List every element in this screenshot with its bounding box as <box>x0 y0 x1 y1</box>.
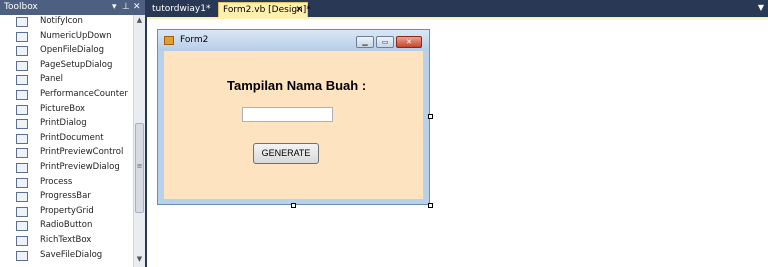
toolbox-item-label: PrintPreviewDialog <box>40 162 120 172</box>
control-icon <box>16 148 28 159</box>
control-icon <box>16 133 28 144</box>
tab-form2-design[interactable]: Form2.vb [Design]* ✕ <box>218 2 311 17</box>
form-label: Tampilan Nama Buah : <box>227 78 367 93</box>
toolbox-item-label: PictureBox <box>40 103 86 114</box>
toolbox-item[interactable]: PrintDocument <box>0 132 133 146</box>
document-tabstrip: tutordwiay1* Form2.vb [Design]* ✕ ▼ <box>146 0 768 17</box>
toolbox-item-label: PropertyGrid <box>40 205 94 216</box>
toolbox-item[interactable]: Panel <box>0 73 133 87</box>
toolbox-item[interactable]: PrintPreviewControl <box>0 146 133 160</box>
control-icon <box>16 104 28 115</box>
toolbox-item[interactable]: PageSetupDialog <box>0 59 133 73</box>
resize-handle-right[interactable] <box>428 114 433 119</box>
toolbox-item-label: ProgressBar <box>40 191 91 202</box>
toolbox-item[interactable]: Process <box>0 176 133 190</box>
control-icon <box>16 163 28 173</box>
form-titlebar: Form2 ▁ ▭ ✕ <box>158 30 429 51</box>
control-icon <box>16 206 28 217</box>
toolbox-item-label: PrintDocument <box>40 132 104 143</box>
close-icon[interactable]: ✕ <box>396 36 422 48</box>
tab-tutordwiay1[interactable]: tutordwiay1* <box>148 2 218 17</box>
form-client-area: Tampilan Nama Buah : GENERATE <box>164 51 423 199</box>
maximize-icon[interactable]: ▭ <box>376 36 394 48</box>
toolbox-item[interactable]: PrintDialog <box>0 117 133 131</box>
control-icon <box>16 119 28 130</box>
control-icon <box>16 75 28 86</box>
form-title: Form2 <box>180 35 209 45</box>
control-icon <box>16 192 28 203</box>
tab-label: tutordwiay1* <box>152 4 211 14</box>
toolbox-list: NotifyIcon NumericUpDown OpenFileDialog Pag… <box>0 15 133 267</box>
control-icon <box>16 236 28 246</box>
toolbox-item-label: Panel <box>40 74 63 85</box>
pin-icon[interactable]: ⊥ <box>122 0 130 15</box>
text-input[interactable] <box>242 107 333 122</box>
toolbox-item-label: Process <box>40 176 73 187</box>
toolbox-item-label: PrintPreviewControl <box>40 147 124 158</box>
toolbox-item[interactable]: ProgressBar <box>0 190 133 204</box>
control-icon <box>16 60 28 71</box>
control-icon <box>16 221 28 232</box>
toolbox-item[interactable]: RichTextBox <box>0 234 133 248</box>
scroll-thumb[interactable]: ≡ <box>135 123 144 213</box>
toolbox-item-label: OpenFileDialog <box>40 45 104 56</box>
toolbox-panel: Toolbox ▾ ⊥ ✕ NotifyIcon NumericUpDown Ope… <box>0 0 145 267</box>
dropdown-icon[interactable]: ▾ <box>112 0 117 15</box>
toolbox-item[interactable]: PictureBox <box>0 103 133 117</box>
scroll-up-icon[interactable]: ▲ <box>134 16 145 24</box>
toolbox-item[interactable]: PerformanceCounter <box>0 88 133 102</box>
generate-button[interactable]: GENERATE <box>253 143 319 164</box>
minimize-icon[interactable]: ▁ <box>356 36 374 48</box>
toolbox-title: Toolbox <box>4 2 38 12</box>
toolbox-header: Toolbox ▾ ⊥ ✕ <box>0 0 145 15</box>
toolbox-scrollbar[interactable]: ▲ ≡ ▼ <box>133 15 145 267</box>
toolbox-item[interactable]: OpenFileDialog <box>0 44 133 58</box>
resize-handle-bottom[interactable] <box>291 203 296 208</box>
form-window[interactable]: Form2 ▁ ▭ ✕ Tampilan Nama Buah : GENERAT… <box>157 29 430 205</box>
close-icon[interactable]: ✕ <box>133 0 141 15</box>
toolbox-item[interactable]: RadioButton <box>0 219 133 233</box>
toolbox-item[interactable]: PropertyGrid <box>0 205 133 219</box>
toolbox-item-label: SaveFileDialog <box>40 249 103 260</box>
scroll-down-icon[interactable]: ▼ <box>134 255 145 263</box>
grip-icon: ≡ <box>136 162 143 170</box>
control-icon <box>16 46 28 57</box>
toolbox-item-label: PrintDialog <box>40 118 87 129</box>
toolbox-item[interactable]: PrintPreviewDialog <box>0 161 133 175</box>
toolbox-item-label: NotifyIcon <box>40 16 83 26</box>
resize-handle-corner[interactable] <box>428 203 433 208</box>
control-icon <box>16 177 28 188</box>
toolbox-item-label: NumericUpDown <box>40 30 112 41</box>
control-icon <box>16 250 28 261</box>
chevron-down-icon[interactable]: ▼ <box>758 3 764 12</box>
control-icon <box>16 90 28 100</box>
toolbox-item-label: RichTextBox <box>40 235 92 245</box>
toolbox-item-label: PageSetupDialog <box>40 59 113 70</box>
toolbox-item[interactable]: NotifyIcon <box>0 15 133 29</box>
toolbox-item[interactable]: SaveFileDialog <box>0 249 133 263</box>
control-icon <box>16 17 28 27</box>
toolbox-item[interactable]: NumericUpDown <box>0 30 133 44</box>
control-icon <box>16 31 28 42</box>
toolbox-item-label: RadioButton <box>40 220 93 231</box>
form-icon <box>164 36 174 45</box>
close-icon[interactable]: ✕ <box>295 3 303 17</box>
toolbox-item-label: PerformanceCounter <box>40 89 128 99</box>
